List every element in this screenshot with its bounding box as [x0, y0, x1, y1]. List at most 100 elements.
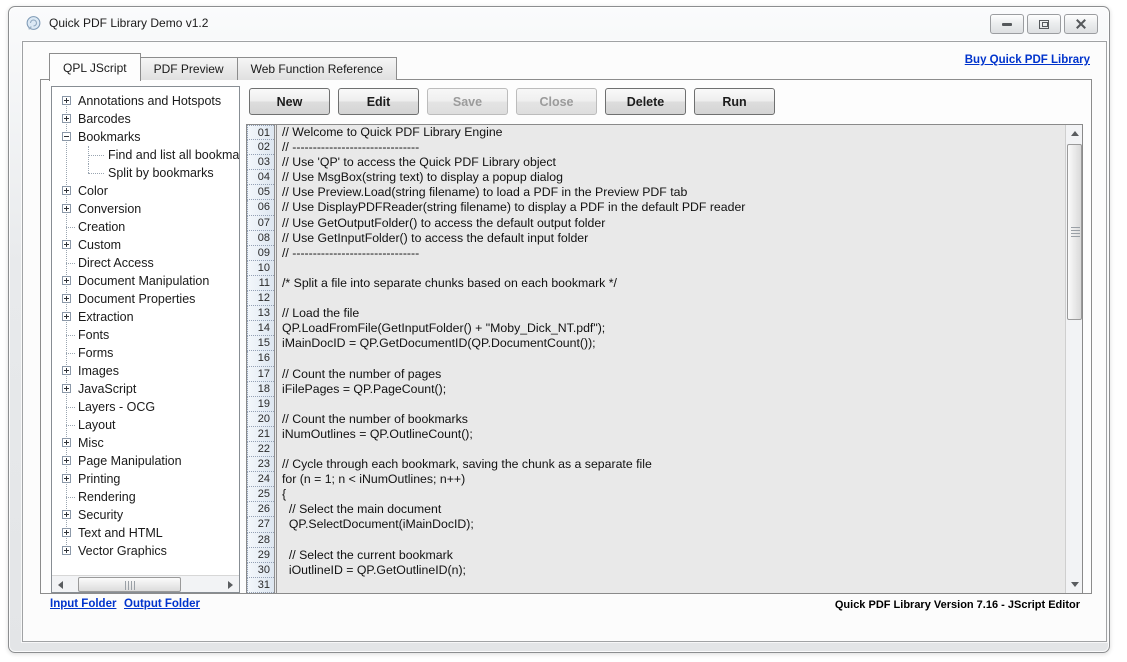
expander-plus-icon[interactable]	[62, 366, 71, 375]
delete-button[interactable]: Delete	[605, 88, 686, 115]
tree-item-direct-access[interactable]: Direct Access	[52, 254, 239, 272]
tree-item-label: Rendering	[78, 490, 136, 504]
code-line: 02// -------------------------------	[247, 140, 1065, 155]
code-text	[274, 397, 1065, 412]
tree-item-text-and-html[interactable]: Text and HTML	[52, 524, 239, 542]
tree-hscrollbar[interactable]	[52, 575, 239, 592]
code-line: 25{	[247, 487, 1065, 502]
scroll-left-button[interactable]	[52, 576, 69, 593]
tree-item-find-and-list-all-bookmark[interactable]: Find and list all bookmark	[52, 146, 239, 164]
expander-plus-icon[interactable]	[62, 96, 71, 105]
expander-plus-icon[interactable]	[62, 438, 71, 447]
tree-item-page-manipulation[interactable]: Page Manipulation	[52, 452, 239, 470]
new-button[interactable]: New	[249, 88, 330, 115]
tree-item-label: Layout	[78, 418, 116, 432]
edit-button[interactable]: Edit	[338, 88, 419, 115]
line-number: 22	[247, 442, 274, 457]
run-button[interactable]: Run	[694, 88, 775, 115]
line-number: 14	[247, 321, 274, 336]
expander-plus-icon[interactable]	[62, 528, 71, 537]
expander-plus-icon[interactable]	[62, 510, 71, 519]
tree-item-color[interactable]: Color	[52, 182, 239, 200]
code-line: 13// Load the file	[247, 306, 1065, 321]
tree-item-layers-ocg[interactable]: Layers - OCG	[52, 398, 239, 416]
close-button[interactable]	[1064, 14, 1098, 34]
tree-item-conversion[interactable]: Conversion	[52, 200, 239, 218]
tab-web-function-reference[interactable]: Web Function Reference	[237, 57, 398, 80]
tree-item-vector-graphics[interactable]: Vector Graphics	[52, 542, 239, 560]
tree-item-javascript[interactable]: JavaScript	[52, 380, 239, 398]
buy-link[interactable]: Buy Quick PDF Library	[965, 54, 1090, 66]
input-folder-link[interactable]: Input Folder	[50, 598, 116, 610]
code-text: // Use GetInputFolder() to access the de…	[274, 231, 1065, 246]
code-text: // Select the main document	[274, 502, 1065, 517]
title-bar[interactable]: Quick PDF Library Demo v1.2	[9, 7, 1109, 40]
tree-item-annotations-and-hotspots[interactable]: Annotations and Hotspots	[52, 92, 239, 110]
tree-item-split-by-bookmarks[interactable]: Split by bookmarks	[52, 164, 239, 182]
scroll-right-button[interactable]	[222, 576, 239, 593]
tab-qpl-jscript[interactable]: QPL JScript	[49, 53, 141, 81]
tree-item-images[interactable]: Images	[52, 362, 239, 380]
code-line: 18iFilePages = QP.PageCount();	[247, 382, 1065, 397]
editor-vscrollbar[interactable]	[1065, 125, 1082, 593]
scroll-up-button[interactable]	[1066, 125, 1083, 142]
vscroll-thumb[interactable]	[1067, 144, 1082, 320]
tree-item-security[interactable]: Security	[52, 506, 239, 524]
line-number: 04	[247, 170, 274, 185]
code-editor[interactable]: 01// Welcome to Quick PDF Library Engine…	[246, 124, 1083, 594]
window-title: Quick PDF Library Demo v1.2	[49, 16, 208, 30]
expander-plus-icon[interactable]	[62, 186, 71, 195]
code-text: QP.LoadFromFile(GetInputFolder() + "Moby…	[274, 321, 1065, 336]
close-button[interactable]: Close	[516, 88, 597, 115]
minimize-button[interactable]	[990, 14, 1024, 34]
tree-item-misc[interactable]: Misc	[52, 434, 239, 452]
code-text: QP.SelectDocument(iMainDocID);	[274, 517, 1065, 532]
expander-plus-icon[interactable]	[62, 546, 71, 555]
expander-minus-icon[interactable]	[62, 132, 71, 141]
line-number: 07	[247, 216, 274, 231]
expander-plus-icon[interactable]	[62, 240, 71, 249]
hscroll-thumb[interactable]	[78, 577, 181, 592]
line-number: 06	[247, 200, 274, 215]
code-text: // -------------------------------	[274, 140, 1065, 155]
expander-plus-icon[interactable]	[62, 384, 71, 393]
expander-plus-icon[interactable]	[62, 312, 71, 321]
tree-item-layout[interactable]: Layout	[52, 416, 239, 434]
tree-item-label: Color	[78, 184, 108, 198]
app-window: Quick PDF Library Demo v1.2 Buy Quick PD…	[8, 6, 1110, 653]
expander-plus-icon[interactable]	[62, 114, 71, 123]
code-text: // Select the current bookmark	[274, 548, 1065, 563]
expander-plus-icon[interactable]	[62, 276, 71, 285]
tree-item-document-manipulation[interactable]: Document Manipulation	[52, 272, 239, 290]
tree-item-creation[interactable]: Creation	[52, 218, 239, 236]
tree-item-fonts[interactable]: Fonts	[52, 326, 239, 344]
tab-pdf-preview[interactable]: PDF Preview	[140, 57, 238, 80]
tree-item-barcodes[interactable]: Barcodes	[52, 110, 239, 128]
output-folder-link[interactable]: Output Folder	[124, 598, 200, 610]
expander-plus-icon[interactable]	[62, 456, 71, 465]
code-lines[interactable]: 01// Welcome to Quick PDF Library Engine…	[247, 125, 1065, 593]
tree-item-printing[interactable]: Printing	[52, 470, 239, 488]
expander-plus-icon[interactable]	[62, 294, 71, 303]
tree-item-forms[interactable]: Forms	[52, 344, 239, 362]
tree-item-bookmarks[interactable]: Bookmarks	[52, 128, 239, 146]
code-line: 06// Use DisplayPDFReader(string filenam…	[247, 200, 1065, 215]
save-button[interactable]: Save	[427, 88, 508, 115]
tree-item-document-properties[interactable]: Document Properties	[52, 290, 239, 308]
tree-item-custom[interactable]: Custom	[52, 236, 239, 254]
tree-item-label: Vector Graphics	[78, 544, 167, 558]
code-line: 31	[247, 578, 1065, 593]
expander-plus-icon[interactable]	[62, 474, 71, 483]
code-text: // Use 'QP' to access the Quick PDF Libr…	[274, 155, 1065, 170]
maximize-button[interactable]	[1027, 14, 1061, 34]
code-text	[274, 578, 1065, 593]
client-area: Buy Quick PDF Library QPL JScriptPDF Pre…	[22, 41, 1107, 642]
scroll-down-button[interactable]	[1066, 576, 1083, 593]
tree-item-label: Bookmarks	[78, 130, 141, 144]
code-line: 16	[247, 351, 1065, 366]
tree-item-extraction[interactable]: Extraction	[52, 308, 239, 326]
expander-plus-icon[interactable]	[62, 204, 71, 213]
tree-item-rendering[interactable]: Rendering	[52, 488, 239, 506]
line-number: 03	[247, 155, 274, 170]
tree-leaf-stub	[88, 155, 104, 156]
